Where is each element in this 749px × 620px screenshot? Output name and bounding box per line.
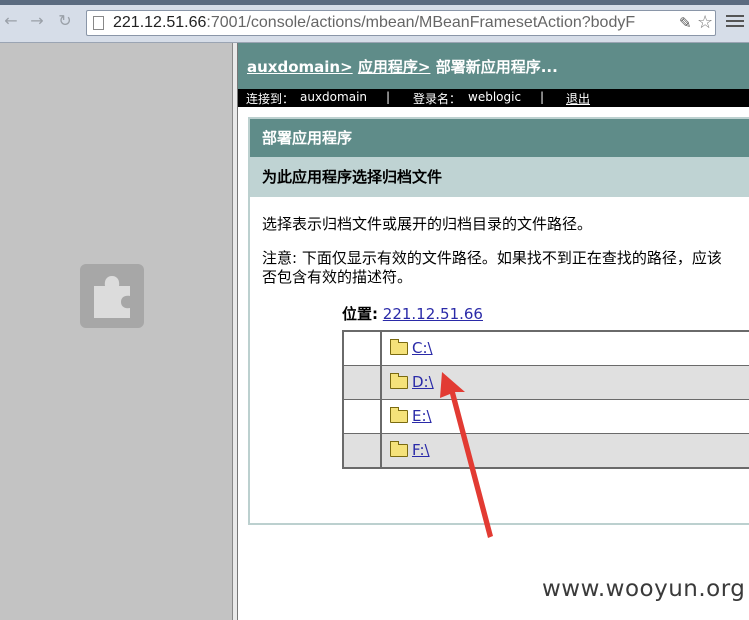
annotation-arrow-icon (440, 372, 493, 538)
watermark: www.wooyun.org (542, 576, 746, 602)
